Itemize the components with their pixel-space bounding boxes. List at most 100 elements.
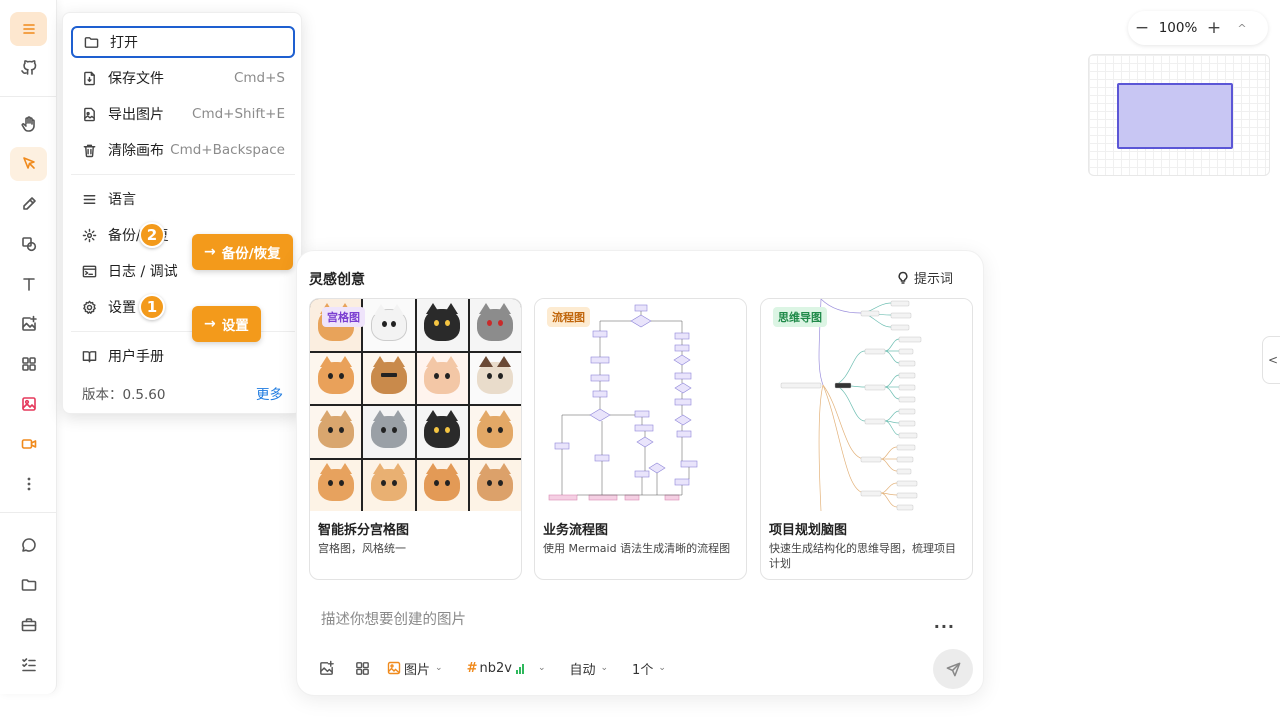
image-add-icon [319,660,334,675]
image-icon [21,397,36,411]
github-button[interactable] [10,50,47,84]
step-badge-backup: 2 [139,222,165,248]
grid-icon [355,661,369,675]
folder-button[interactable] [10,568,47,602]
model-select[interactable]: # nb2v ⌄ [467,661,546,676]
upload-image-button[interactable] [315,657,337,679]
menu-item-label: 语言 [108,192,136,208]
settings-callout[interactable]: → 设置 [192,306,261,342]
zoom-level[interactable]: 100% [1156,20,1200,36]
cat-sticker [469,459,521,511]
callout-label: 备份/恢复 [221,246,281,262]
menu-item-label: 导出图片 [108,107,164,123]
backup-restore-callout[interactable]: → 备份/恢复 [192,234,293,270]
cat-sticker [469,406,521,458]
output-type-select[interactable]: 图片 ⌄ [387,659,443,678]
book-icon [81,348,97,364]
model-label: nb2v [479,660,512,676]
menu-item-settings[interactable]: 设置 [71,291,295,323]
menu-divider [71,331,295,332]
right-panel-toggle[interactable]: < [1262,336,1280,384]
chevron-up-icon[interactable]: ^ [1228,22,1256,35]
menu-item-save[interactable]: 保存文件 Cmd+S [71,62,295,94]
chevron-down-icon: ⌄ [600,663,609,673]
panel-title: 灵感创意 [309,272,365,288]
hash-icon: # [466,660,478,676]
video-tool[interactable] [10,427,47,461]
minimap-viewport[interactable] [1117,83,1233,149]
checklist-icon [21,658,36,672]
prompt-tips-button[interactable]: 提示词 [896,268,953,287]
card-description: 快速生成结构化的思维导图，梳理项目计划 [769,542,956,570]
inspiration-card-flowchart[interactable]: 流程图 业务流程图 使用 Mermaid 语法生成清晰的流程图 [534,298,747,580]
cat-sticker [363,299,415,351]
cat-sticker [416,406,468,458]
cat-sticker [363,459,415,511]
menu-item-open[interactable]: 打开 [71,26,295,58]
signal-bars-icon [515,663,524,674]
tip-label: 提示词 [913,272,953,287]
text-tool[interactable] [10,267,47,301]
count-select[interactable]: 1个 ⌄ [632,659,666,678]
main-menu: 打开 保存文件 Cmd+S 导出图片 Cmd+Shift+E 清除画布 Cmd+… [62,12,302,414]
card-tag: 思维导图 [773,307,827,327]
menu-divider [71,174,295,175]
menu-item-shortcut: Cmd+Backspace [170,142,285,158]
cat-sticker [310,352,362,404]
send-button[interactable] [933,649,973,689]
hand-tool[interactable] [10,107,47,141]
card-thumbnail [535,299,746,511]
grid-tool[interactable] [10,347,47,381]
card-title: 项目规划脑图 [769,523,848,538]
menu-button[interactable] [10,12,47,46]
card-description: 使用 Mermaid 语法生成清晰的流程图 [543,542,731,555]
more-link[interactable]: 更多 [256,383,283,403]
cat-sticker [310,459,362,511]
image-generate-tool[interactable] [10,387,47,421]
cat-sticker [363,352,415,404]
card-tag: 流程图 [547,307,590,327]
template-grid-button[interactable] [351,657,373,679]
toolbox-button[interactable] [10,608,47,642]
inspiration-card-mindmap[interactable]: 思维导图 项目规划脑图 快速生成结构化的思维导图，梳理项目计划 [760,298,973,580]
prompt-input[interactable]: 描述你想要创建的图片 [321,608,466,629]
shapes-icon [21,237,36,252]
menu-item-label: 设置 [108,300,136,316]
chevron-down-icon: ⌄ [537,663,546,673]
minimap[interactable] [1088,54,1270,176]
inspiration-card-grid[interactable]: 宫格图 智能拆分宫格图 宫格图，风格统一 [309,298,522,580]
mode-select[interactable]: 自动 ⌄ [569,659,608,678]
briefcase-icon [21,618,36,632]
shapes-tool[interactable] [10,227,47,261]
arrow-right-icon: → [204,244,216,260]
select-tool[interactable] [10,147,47,181]
tasks-button[interactable] [10,648,47,682]
pencil-tool[interactable] [10,187,47,221]
cat-sticker [310,406,362,458]
more-options-button[interactable]: ... [934,613,955,632]
image-add-icon [21,315,37,331]
chat-button[interactable] [10,528,47,562]
zoom-in-button[interactable]: + [1200,18,1228,38]
hand-icon [21,116,35,132]
card-thumbnail [761,299,972,511]
count-label: 1个 [632,662,654,678]
grid-icon [21,357,36,371]
github-icon [20,60,36,75]
image-icon [387,661,401,675]
menu-item-label: 日志 / 调试 [108,264,178,280]
menu-item-export-image[interactable]: 导出图片 Cmd+Shift+E [71,98,295,130]
menu-item-language[interactable]: 语言 [71,183,295,215]
toolbar-divider [0,96,57,97]
menu-icon [22,24,35,34]
more-tools-button[interactable] [10,467,47,501]
pencil-icon [22,197,36,210]
image-upload-tool[interactable] [10,307,47,341]
callout-label: 设置 [221,318,249,334]
zoom-out-button[interactable]: − [1128,18,1156,38]
chevron-down-icon: ⌄ [435,663,443,673]
menu-item-user-manual[interactable]: 用户手册 [71,340,295,372]
cat-sticker [363,406,415,458]
card-description: 宫格图，风格统一 [318,542,406,555]
menu-item-clear-canvas[interactable]: 清除画布 Cmd+Backspace [71,134,295,166]
